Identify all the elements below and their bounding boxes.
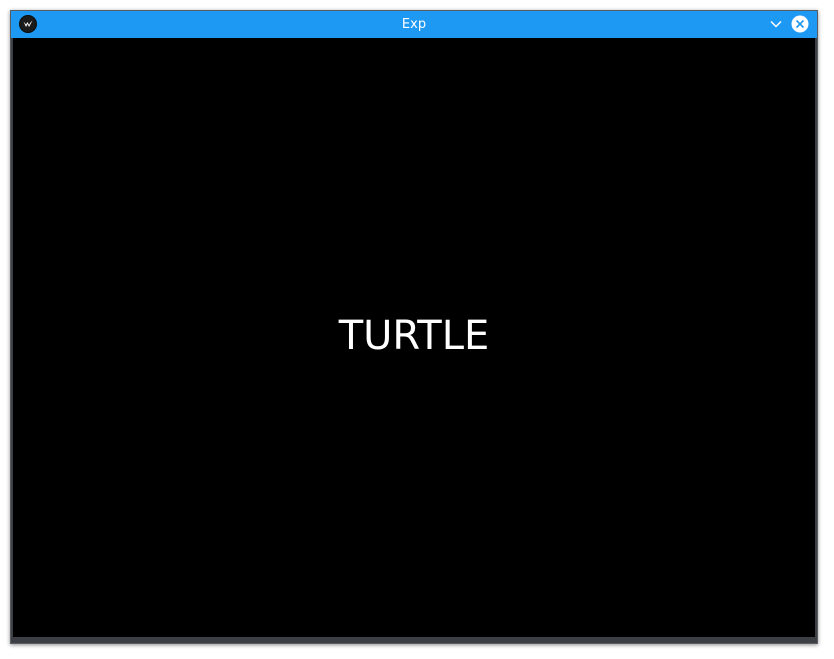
- chevron-down-icon[interactable]: [767, 15, 785, 33]
- splash-label: TURTLE: [338, 313, 490, 359]
- window-title: Exp: [401, 17, 427, 32]
- app-window: Exp TURTLE: [10, 10, 818, 644]
- close-circle-icon[interactable]: [791, 15, 809, 33]
- title-bar[interactable]: Exp: [11, 11, 817, 38]
- app-canvas[interactable]: TURTLE: [13, 38, 815, 637]
